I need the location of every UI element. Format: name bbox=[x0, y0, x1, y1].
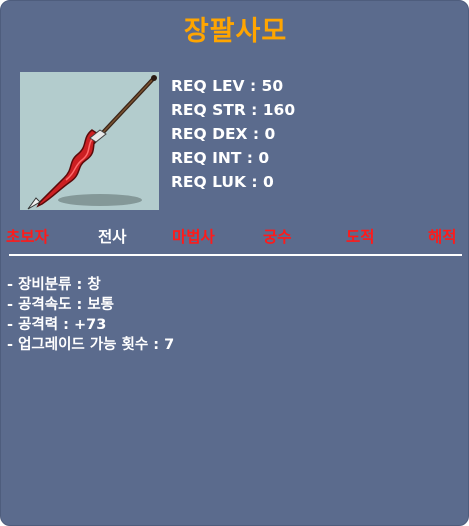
stat-category: - 장비분류 : 창 bbox=[7, 277, 101, 293]
req-int: REQ INT : 0 bbox=[171, 149, 270, 167]
job-magician: 마법사 bbox=[172, 228, 215, 246]
job-pirate: 해적 bbox=[428, 228, 457, 246]
item-tooltip: 장팔사모 REQ LEV : 50 REQ STR : 160 REQ DEX … bbox=[0, 0, 469, 526]
spear-icon bbox=[27, 75, 157, 210]
req-str: REQ STR : 160 bbox=[171, 101, 296, 119]
job-thief: 도적 bbox=[346, 228, 375, 246]
item-icon-frame bbox=[20, 72, 159, 210]
req-dex: REQ DEX : 0 bbox=[171, 125, 276, 143]
stat-attack: - 공격력 : +73 bbox=[7, 317, 107, 333]
divider bbox=[9, 254, 462, 256]
req-luk: REQ LUK : 0 bbox=[171, 173, 274, 191]
item-stats: - 장비분류 : 창 - 공격속도 : 보통 - 공격력 : +73 - 업그레… bbox=[7, 273, 174, 353]
stat-attack-speed: - 공격속도 : 보통 bbox=[7, 297, 115, 313]
job-restrictions: 초보자 전사 마법사 궁수 도적 해적 bbox=[1, 225, 469, 249]
job-warrior: 전사 bbox=[98, 228, 127, 246]
item-name: 장팔사모 bbox=[183, 16, 288, 47]
req-level: REQ LEV : 50 bbox=[171, 77, 284, 95]
requirements-list: REQ LEV : 50 REQ STR : 160 REQ DEX : 0 R… bbox=[171, 77, 295, 197]
job-bowman: 궁수 bbox=[263, 228, 292, 246]
job-beginner: 초보자 bbox=[6, 228, 49, 246]
stat-upgrade-slots: - 업그레이드 가능 횟수 : 7 bbox=[7, 337, 175, 353]
